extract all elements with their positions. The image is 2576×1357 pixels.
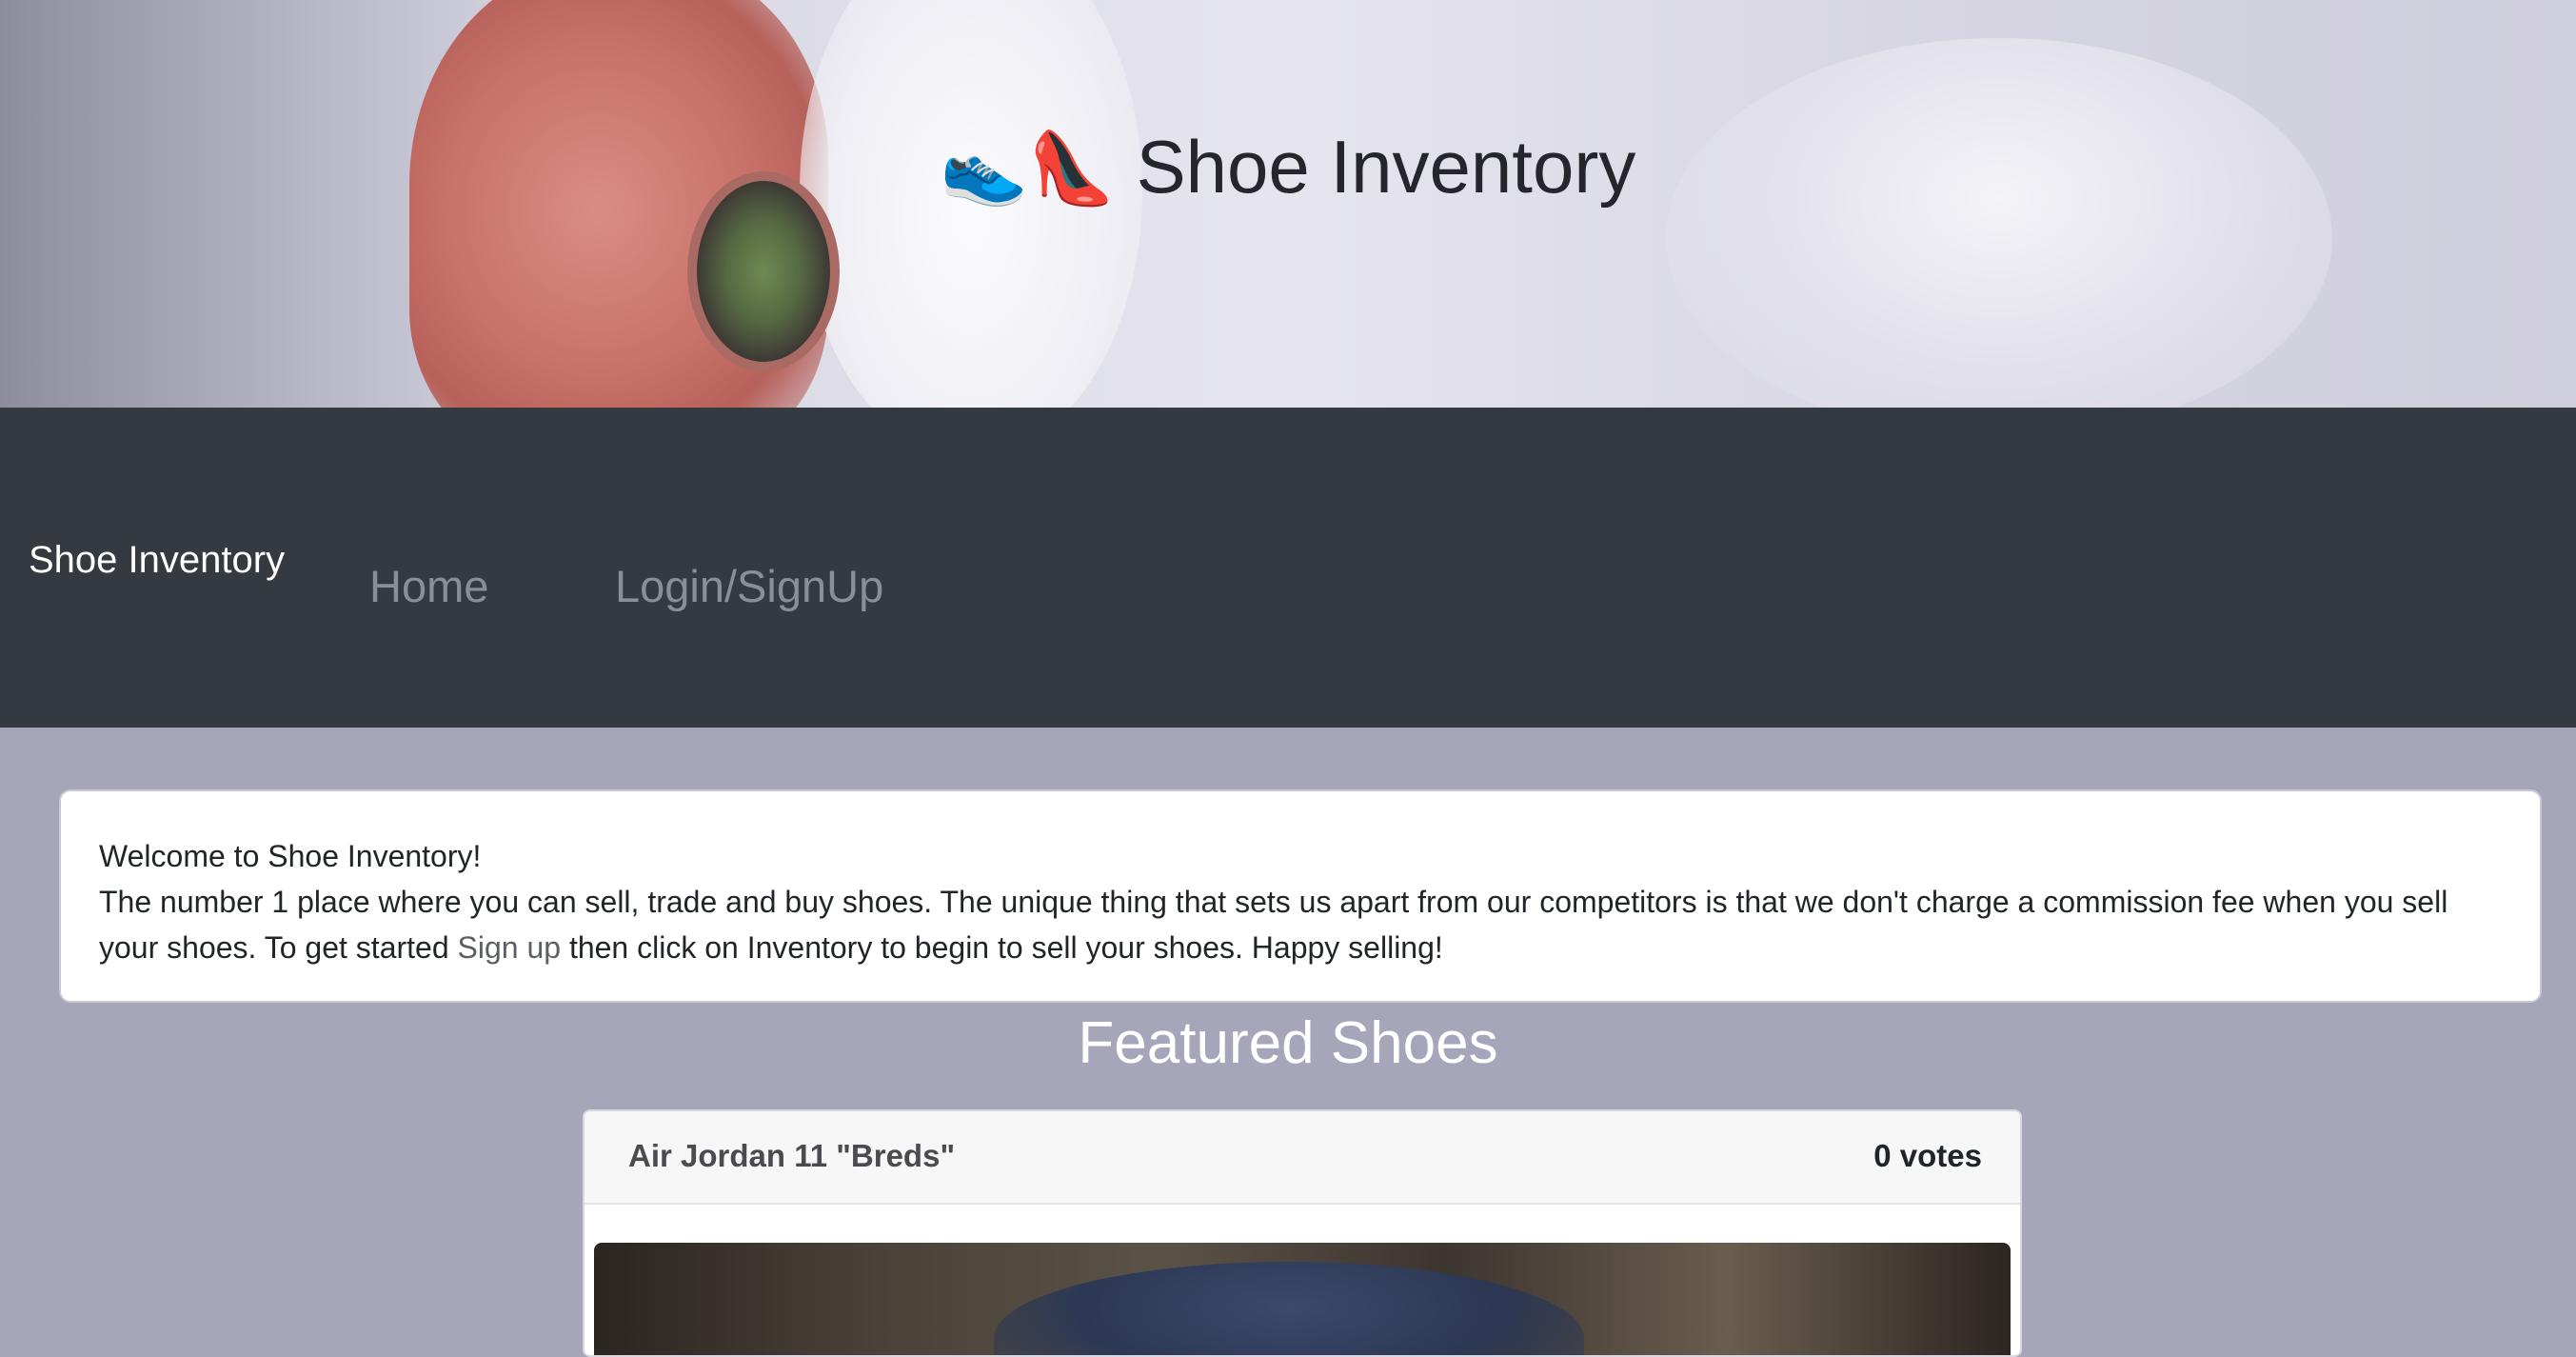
hero-title: 👟👠 Shoe Inventory — [0, 119, 2576, 216]
hero-banner: 👟👠 Shoe Inventory — [0, 0, 2576, 408]
shoe-emoji-icon: 👟👠 — [940, 129, 1116, 208]
sign-up-link[interactable]: Sign up — [458, 930, 562, 965]
nav-link-home[interactable]: Home — [369, 560, 488, 612]
shoe-votes: 0 votes — [1873, 1138, 1982, 1173]
welcome-heading: Welcome to Shoe Inventory! — [99, 839, 482, 873]
navbar-brand[interactable]: Shoe Inventory — [29, 539, 285, 582]
welcome-card: Welcome to Shoe Inventory! The number 1 … — [59, 789, 2542, 1003]
welcome-body-text-end: then click on Inventory to begin to sell… — [561, 930, 1443, 965]
featured-shoes-title: Featured Shoes — [1078, 1010, 1498, 1076]
shoe-card-header: Air Jordan 11 "Breds" 0 votes — [585, 1111, 2020, 1205]
shoe-image-detail — [994, 1262, 1584, 1355]
welcome-body: The number 1 place where you can sell, t… — [99, 879, 2502, 970]
shoe-image — [594, 1243, 2011, 1355]
nav-link-login-signup[interactable]: Login/SignUp — [615, 560, 883, 612]
shoe-name: Air Jordan 11 "Breds" — [628, 1138, 956, 1173]
hero-title-text: Shoe Inventory — [1136, 125, 1636, 209]
shoe-card[interactable]: Air Jordan 11 "Breds" 0 votes — [583, 1109, 2022, 1357]
hero-background-shoe-right — [1666, 38, 2332, 408]
